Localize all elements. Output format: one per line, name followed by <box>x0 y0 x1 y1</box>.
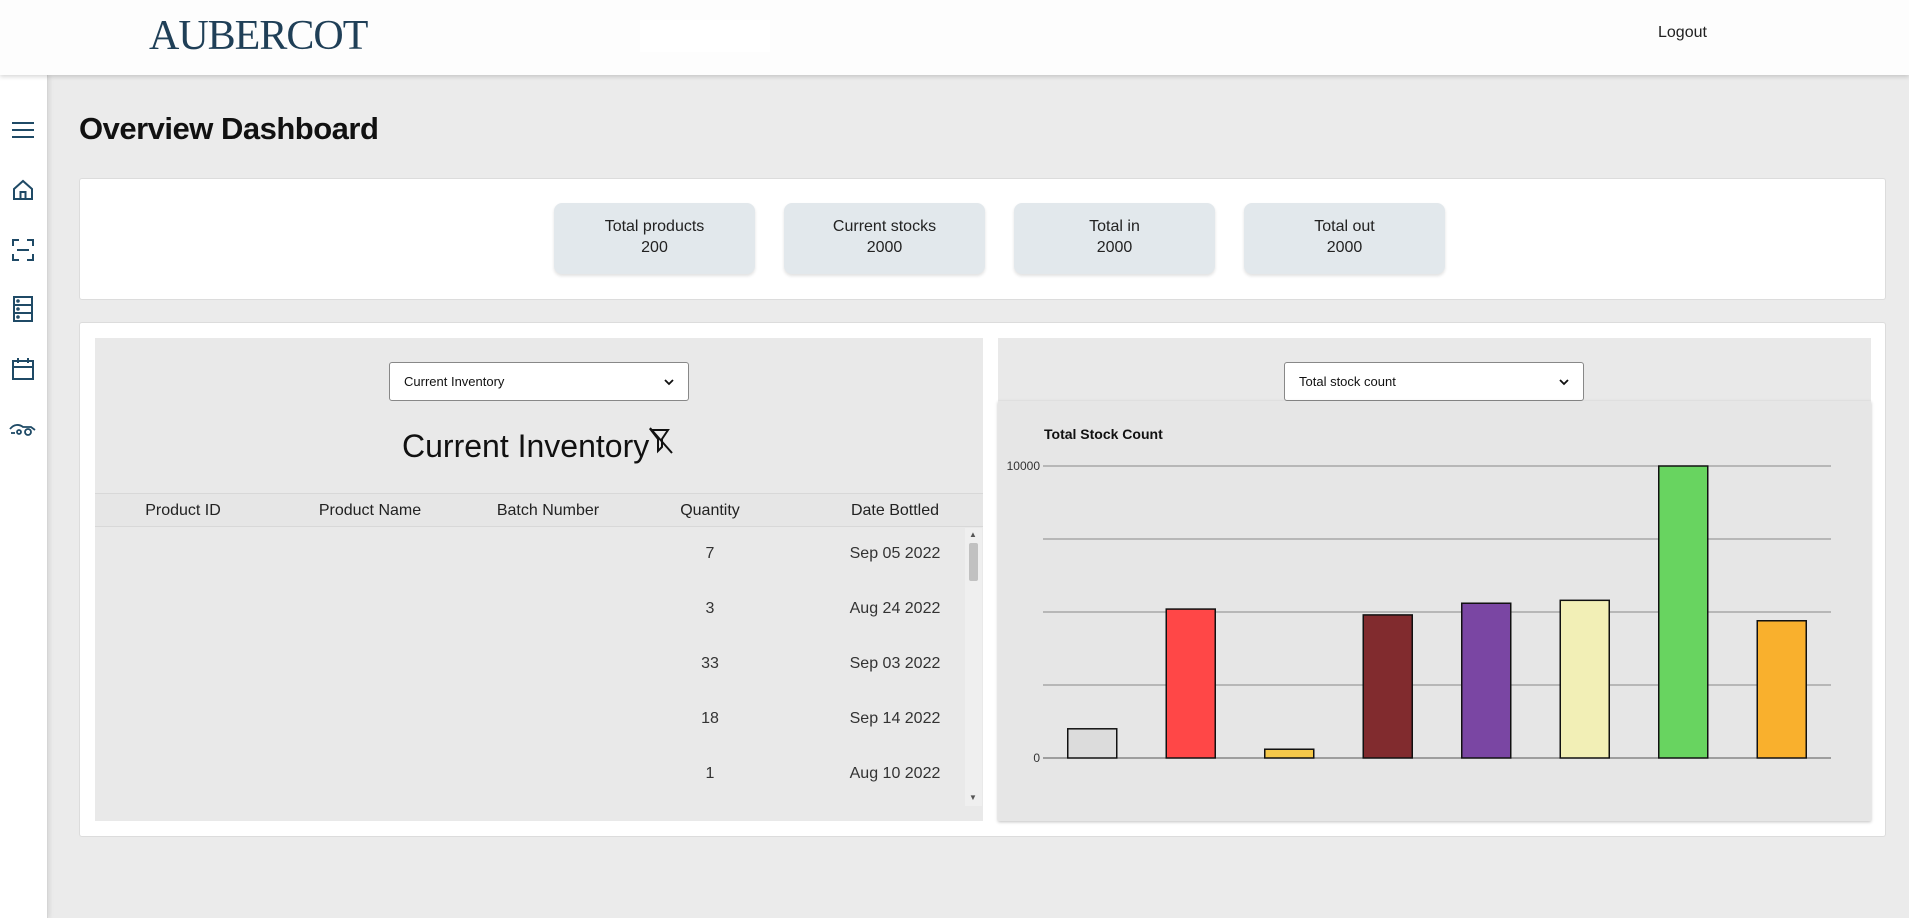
column-header[interactable]: Product ID <box>123 502 243 520</box>
bar[interactable] <box>1658 465 1709 759</box>
select-value: Total stock count <box>1299 374 1396 389</box>
bar[interactable] <box>1461 602 1512 759</box>
scroll-thumb[interactable] <box>969 543 978 581</box>
menu-icon[interactable] <box>9 116 37 144</box>
inventory-title: Current Inventory <box>402 428 650 464</box>
table-row[interactable]: 18 Sep 14 2022 <box>95 693 965 748</box>
bar-chart: 0 10000 <box>1007 459 1831 765</box>
filter-off-icon[interactable] <box>648 427 674 460</box>
stat-total-out: Total out 2000 <box>1244 203 1445 274</box>
cell-date-bottled: Aug 10 2022 <box>849 765 941 782</box>
stat-total-products: Total products 200 <box>554 203 755 274</box>
bar[interactable] <box>1362 614 1413 759</box>
header-blank-area <box>640 20 770 52</box>
y-tick-label: 10000 <box>1007 459 1041 473</box>
cell-date-bottled: Sep 03 2022 <box>849 655 941 672</box>
stat-label: Total in <box>1089 218 1140 235</box>
table-scrollbar[interactable]: ▲ ▼ <box>965 528 982 806</box>
table-row[interactable]: 1 Aug 10 2022 <box>95 748 965 803</box>
stats-card: Total products 200 Current stocks 2000 T… <box>79 178 1886 300</box>
page-title: Overview Dashboard <box>79 111 379 146</box>
bar[interactable] <box>1559 599 1610 759</box>
cell-quantity: 18 <box>701 710 719 727</box>
brand-logo[interactable]: AUBERCOT <box>149 12 368 60</box>
select-value: Current Inventory <box>404 374 505 389</box>
calendar-icon[interactable] <box>9 355 37 383</box>
cell-date-bottled: Sep 14 2022 <box>849 710 941 727</box>
stat-value: 2000 <box>1096 239 1133 256</box>
table-row[interactable]: 7 Sep 05 2022 <box>95 528 965 583</box>
scroll-up-arrow-icon[interactable]: ▲ <box>969 530 977 539</box>
bar[interactable] <box>1264 748 1315 759</box>
column-header[interactable]: Date Bottled <box>835 502 955 520</box>
table-row[interactable]: 3 Aug 24 2022 <box>95 583 965 638</box>
column-header[interactable]: Product Name <box>295 502 445 520</box>
home-icon[interactable] <box>9 176 37 204</box>
cell-date-bottled: Sep 05 2022 <box>849 545 941 562</box>
top-bar: AUBERCOT Logout <box>0 0 1909 75</box>
bar[interactable] <box>1067 728 1118 759</box>
column-header[interactable]: Batch Number <box>473 502 623 520</box>
scan-icon[interactable] <box>9 236 37 264</box>
sidebar <box>0 75 48 918</box>
inventory-table-body[interactable]: 7 Sep 05 2022 3 Aug 24 2022 33 Sep 03 20… <box>95 528 965 806</box>
stat-current-stocks: Current stocks 2000 <box>784 203 985 274</box>
table-header: Product ID Product Name Batch Number Qua… <box>95 493 983 527</box>
inventory-view-select[interactable]: Current Inventory <box>389 362 689 401</box>
stat-label: Total out <box>1314 218 1375 235</box>
bar[interactable] <box>1165 608 1216 759</box>
cell-quantity: 1 <box>705 765 715 782</box>
logout-link[interactable]: Logout <box>1658 24 1707 42</box>
stat-total-in: Total in 2000 <box>1014 203 1215 274</box>
delivery-icon[interactable] <box>9 415 37 443</box>
stat-label: Current stocks <box>832 218 937 235</box>
column-header[interactable]: Quantity <box>655 502 765 520</box>
stat-value: 2000 <box>1326 239 1363 256</box>
cell-quantity: 7 <box>705 545 715 562</box>
bar[interactable] <box>1756 620 1807 759</box>
cell-quantity: 33 <box>701 655 719 672</box>
scroll-down-arrow-icon[interactable]: ▼ <box>969 793 977 802</box>
stat-value: 200 <box>641 239 668 256</box>
stat-value: 2000 <box>866 239 903 256</box>
cell-date-bottled: Aug 24 2022 <box>849 600 941 617</box>
stat-label: Total products <box>604 218 705 235</box>
chevron-down-icon <box>1559 374 1569 389</box>
y-tick-label: 0 <box>1033 751 1040 765</box>
chevron-down-icon <box>664 374 674 389</box>
chart-metric-select[interactable]: Total stock count <box>1284 362 1584 401</box>
inventory-icon[interactable] <box>9 295 37 323</box>
table-row[interactable]: 33 Sep 03 2022 <box>95 638 965 693</box>
cell-quantity: 3 <box>705 600 715 617</box>
